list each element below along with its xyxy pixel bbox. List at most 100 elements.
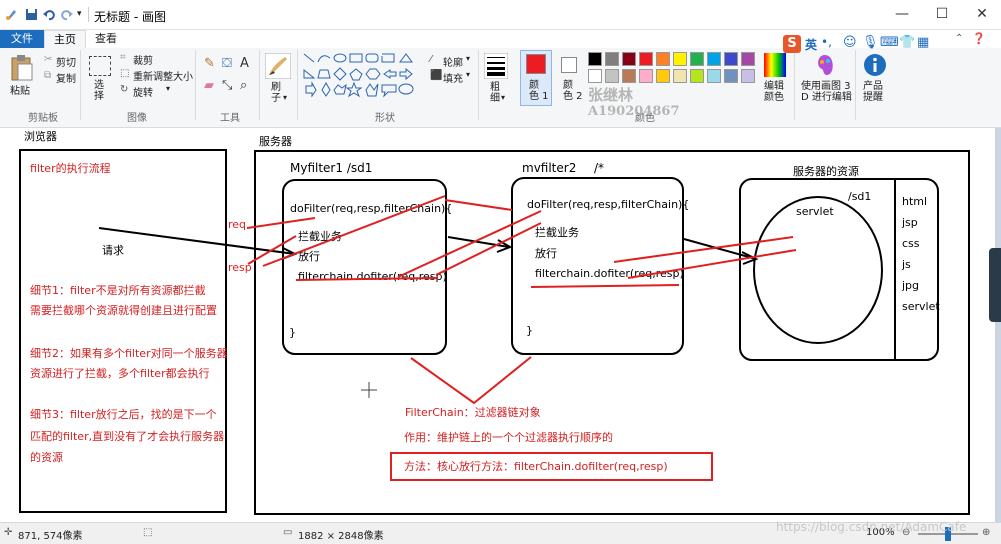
size-icon[interactable]	[484, 53, 508, 79]
color2-label[interactable]: 颜 色 2	[563, 80, 583, 102]
fill-shape-icon[interactable]: ⬛	[430, 70, 442, 81]
resource-jsp: jsp	[901, 216, 918, 229]
quick-access-dropdown-icon[interactable]: ▾	[77, 9, 82, 19]
palette-swatch[interactable]	[707, 52, 721, 66]
color-picker-icon[interactable]: ⤡	[222, 78, 232, 93]
select-icon[interactable]	[89, 56, 111, 76]
outline-label[interactable]: 轮廓	[443, 54, 463, 69]
maximize-button[interactable]: ☐	[922, 2, 962, 26]
tab-home[interactable]: 主页	[44, 30, 86, 48]
size-dropdown-icon[interactable]: ▾	[501, 93, 505, 102]
punct-icon[interactable]: •,	[821, 35, 832, 49]
color2-swatch[interactable]	[561, 57, 577, 73]
palette-swatch[interactable]	[673, 69, 687, 83]
cut-icon[interactable]: ✂	[44, 54, 52, 65]
paint3d-label[interactable]: 使用画图 3 D 进行编辑	[801, 81, 852, 103]
select-label[interactable]: 选 择	[94, 80, 104, 102]
toolbox-icon[interactable]: ▦	[917, 35, 929, 50]
fill-dropdown-icon[interactable]: ▾	[466, 70, 470, 79]
ime-mode-label[interactable]: 英	[805, 36, 817, 53]
minimize-button[interactable]: —	[882, 2, 922, 26]
pencil-icon[interactable]: ✎	[204, 56, 215, 71]
paste-icon[interactable]	[10, 54, 34, 82]
detail2-line1: 细节2：如果有多个filter对同一个服务器	[30, 346, 228, 360]
zoom-in-button[interactable]: ⊕	[982, 527, 990, 538]
resize-label[interactable]: 重新调整大小	[133, 68, 193, 83]
tab-view[interactable]: 查看	[86, 30, 126, 48]
palette-swatch[interactable]	[741, 69, 755, 83]
product-alert-label[interactable]: 产品 提醒	[863, 81, 883, 103]
filter1-intercept: 拦截业务	[298, 229, 342, 243]
palette-swatch[interactable]	[656, 69, 670, 83]
save-icon[interactable]	[25, 8, 38, 21]
copy-icon[interactable]: ⧉	[44, 70, 51, 81]
rotate-label[interactable]: 旋转	[133, 84, 153, 99]
palette-swatch[interactable]	[724, 69, 738, 83]
undo-icon[interactable]	[43, 8, 56, 21]
ribbon-collapse-icon[interactable]: ⌃	[955, 33, 963, 44]
emoji-icon[interactable]: ☺	[843, 35, 857, 50]
palette-swatch[interactable]	[588, 52, 602, 66]
close-button[interactable]: ✕	[962, 2, 1001, 26]
palette-swatch[interactable]	[622, 52, 636, 66]
detail1-line2: 需要拦截哪个资源就得创建且进行配置	[30, 303, 217, 317]
filter1-strike-3	[397, 210, 542, 278]
side-panel-toggle[interactable]	[989, 248, 1001, 322]
resource-js: js	[901, 258, 911, 271]
palette-swatch[interactable]	[605, 69, 619, 83]
sogou-icon[interactable]: S	[783, 35, 801, 53]
crop-label[interactable]: 裁剪	[133, 52, 153, 67]
palette-swatch[interactable]	[690, 52, 704, 66]
fill-label[interactable]: 填充	[443, 70, 463, 85]
filter1-chain-call: filterchain.dofiter(req,resp)	[298, 270, 447, 283]
outline-dropdown-icon[interactable]: ▾	[466, 54, 470, 63]
palette-swatch[interactable]	[741, 52, 755, 66]
req-underline	[246, 217, 316, 229]
palette-swatch[interactable]	[690, 69, 704, 83]
tab-file[interactable]: 文件	[0, 30, 44, 48]
cut-label[interactable]: 剪切	[56, 54, 76, 69]
rotate-dropdown-icon[interactable]: ▾	[166, 84, 170, 93]
palette-swatch[interactable]	[639, 52, 653, 66]
mic-icon[interactable]: 🎙	[862, 35, 879, 50]
palette-swatch[interactable]	[673, 52, 687, 66]
magnifier-icon[interactable]: ⌕	[240, 78, 247, 93]
help-icon[interactable]: ❓	[972, 32, 986, 45]
crop-icon[interactable]: ⌗	[120, 52, 126, 63]
palette-swatch[interactable]	[724, 52, 738, 66]
req-label: req	[228, 218, 246, 231]
palette-swatch[interactable]	[588, 69, 602, 83]
palette-swatch[interactable]	[707, 69, 721, 83]
rotate-icon[interactable]: ↻	[120, 84, 128, 95]
eraser-icon[interactable]: ▰	[204, 78, 214, 93]
paint3d-icon[interactable]	[813, 53, 837, 77]
filter1-dofilter: doFilter(req,resp,filterChain){	[290, 202, 452, 215]
filter2-to-resource-arrow	[683, 238, 757, 260]
brushes-label[interactable]: 刷 子	[271, 82, 281, 104]
edit-colors-label[interactable]: 编辑 颜色	[764, 81, 784, 103]
brushes-dropdown-icon[interactable]: ▾	[283, 93, 287, 102]
copy-label[interactable]: 复制	[56, 70, 76, 85]
shapes-gallery[interactable]	[302, 52, 418, 100]
edit-colors-icon[interactable]	[764, 53, 786, 77]
skin-icon[interactable]: 👕	[899, 35, 915, 50]
redo-icon[interactable]	[60, 8, 73, 21]
size-label[interactable]: 粗 细	[490, 82, 500, 104]
text-icon[interactable]: A	[240, 56, 249, 71]
filter1-strike-4	[435, 222, 542, 276]
palette-swatch[interactable]	[605, 52, 619, 66]
keyboard-icon[interactable]: ⌨	[880, 35, 899, 50]
fill-icon[interactable]: ⛋	[222, 56, 232, 71]
paste-label[interactable]: 粘贴	[10, 82, 30, 97]
brush-icon[interactable]	[265, 53, 291, 79]
resize-icon[interactable]: ⬚	[120, 68, 129, 79]
palette-swatch[interactable]	[656, 52, 670, 66]
outline-icon[interactable]: ⁄	[430, 54, 432, 65]
palette-swatch[interactable]	[622, 69, 636, 83]
resource-servlet: servlet	[902, 300, 940, 313]
color1-swatch[interactable]	[526, 54, 546, 74]
color1-label[interactable]: 颜 色 1	[529, 80, 549, 102]
info-icon[interactable]	[863, 53, 887, 77]
palette-swatch[interactable]	[639, 69, 653, 83]
drawing-canvas[interactable]: 浏览器 filter的执行流程 请求 细节1：filter不是对所有资源都拦截 …	[0, 128, 995, 522]
